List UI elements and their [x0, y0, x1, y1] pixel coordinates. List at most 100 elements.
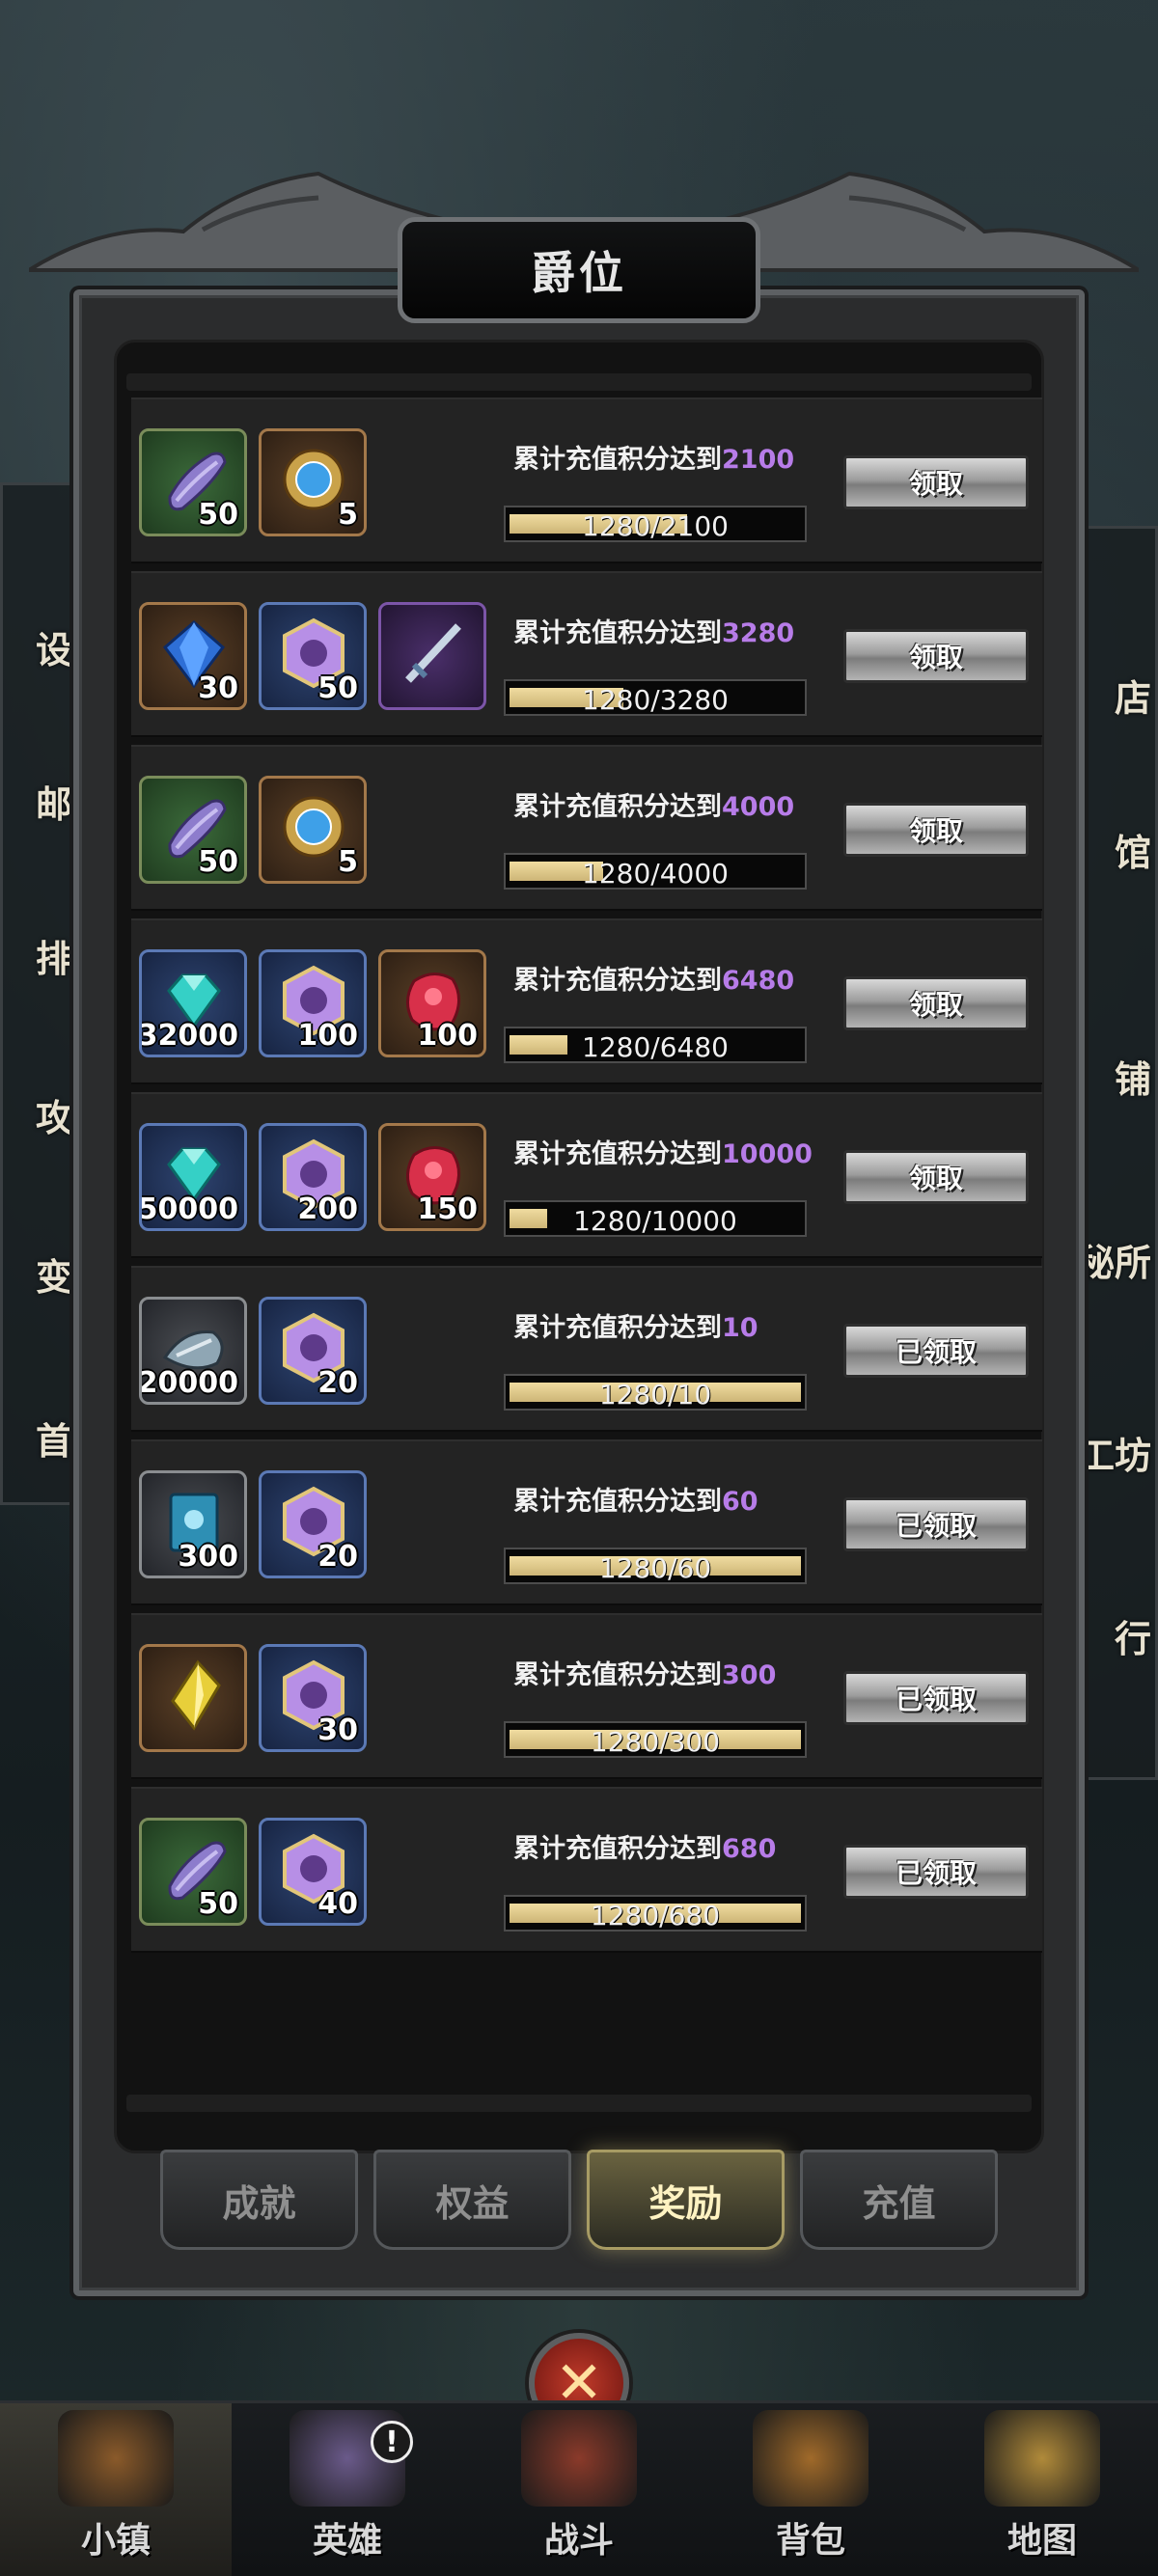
requirement-label: 累计充值积分达到: [513, 792, 722, 822]
reward-items: 30 50: [139, 602, 486, 710]
gold-shard-icon: [171, 1659, 221, 1731]
reward-item[interactable]: 100: [378, 949, 486, 1057]
reward-item[interactable]: 50: [139, 1818, 247, 1926]
requirement-label: 累计充值积分达到: [513, 1660, 722, 1690]
reward-item[interactable]: [139, 1644, 247, 1752]
nav-label: 背包: [775, 2521, 845, 2561]
reward-item[interactable]: 50: [139, 428, 247, 536]
claim-button[interactable]: 领取: [843, 976, 1029, 1030]
reward-item[interactable]: 20: [259, 1297, 367, 1405]
claim-button[interactable]: 领取: [843, 1150, 1029, 1204]
nav-backpack[interactable]: 背包: [695, 2403, 926, 2576]
item-count: 20000: [139, 1366, 238, 1400]
reward-items: 50 40: [139, 1818, 367, 1926]
item-count: 32000: [139, 1019, 238, 1053]
frame-wing-left-ornament: [29, 171, 454, 272]
requirement-value: 10: [722, 1313, 758, 1343]
tab-achievement[interactable]: 成就: [160, 2150, 358, 2250]
reward-item[interactable]: 20000: [139, 1297, 247, 1405]
tab-reward[interactable]: 奖励: [587, 2150, 785, 2250]
sword-icon: [405, 623, 461, 683]
reward-row: 32000 100 100 累计充值积分达到6480 1280/6480 领取: [131, 918, 1042, 1084]
requirement-text: 累计充值积分达到3280: [513, 619, 822, 648]
reward-item[interactable]: 20: [259, 1470, 367, 1578]
nav-hero[interactable]: 英雄!: [232, 2403, 463, 2576]
item-count: 20: [317, 1540, 358, 1574]
progress-text: 1280/300: [590, 1726, 721, 1758]
requirement-label: 累计充值积分达到: [513, 445, 722, 475]
reward-item[interactable]: 5: [259, 428, 367, 536]
reward-item[interactable]: 200: [259, 1123, 367, 1231]
progress-bar: 1280/680: [504, 1895, 807, 1932]
requirement-value: 3280: [722, 618, 795, 648]
reward-row: 50000 200 150 累计充值积分达到10000 1280/10000 领取: [131, 1092, 1042, 1258]
reward-item[interactable]: 30: [139, 602, 247, 710]
item-count: 20: [317, 1366, 358, 1400]
requirement-value: 10000: [722, 1139, 813, 1169]
requirement-text: 累计充值积分达到6480: [513, 967, 822, 996]
progress-text: 1280/6480: [582, 1031, 729, 1063]
nav-town[interactable]: 小镇: [0, 2403, 232, 2576]
list-top-divider: [126, 373, 1032, 391]
requirement-text: 累计充值积分达到680: [513, 1835, 822, 1864]
side-menu-label: 变: [36, 1256, 73, 1299]
nav-label: 战斗: [543, 2521, 614, 2561]
nav-map[interactable]: 地图: [926, 2403, 1158, 2576]
reward-items: 300 20: [139, 1470, 367, 1578]
alert-badge: !: [371, 2421, 413, 2463]
nav-battle[interactable]: 战斗: [463, 2403, 695, 2576]
nav-label: 地图: [1006, 2521, 1077, 2561]
progress-text: 1280/2100: [582, 510, 729, 542]
nav-label: 小镇: [80, 2521, 151, 2561]
claimed-button[interactable]: 已领取: [843, 1497, 1029, 1551]
reward-row: 20000 20 累计充值积分达到10 1280/10 已领取: [131, 1266, 1042, 1432]
battle-icon: [521, 2410, 637, 2507]
claimed-button[interactable]: 已领取: [843, 1845, 1029, 1899]
item-count: 100: [297, 1019, 358, 1053]
item-count: 50000: [139, 1192, 238, 1226]
reward-list[interactable]: 50 5 累计充值积分达到2100 1280/2100 领取 30 50 累计充值积分达到32…: [131, 397, 1042, 1960]
reward-item[interactable]: 32000: [139, 949, 247, 1057]
frame-wing-right-ornament: [714, 171, 1139, 272]
reward-item[interactable]: 50000: [139, 1123, 247, 1231]
claim-button[interactable]: 领取: [843, 629, 1029, 683]
side-menu-label: 排: [36, 938, 73, 980]
item-count: 40: [317, 1887, 358, 1921]
reward-items: 30: [139, 1644, 367, 1752]
reward-item[interactable]: [378, 602, 486, 710]
reward-items: 50 5: [139, 428, 367, 536]
bottom-nav: 小镇 英雄! 战斗 背包 地图: [0, 2400, 1158, 2576]
claim-button[interactable]: 领取: [843, 455, 1029, 509]
tab-privilege[interactable]: 权益: [373, 2150, 571, 2250]
reward-item[interactable]: 50: [139, 776, 247, 884]
reward-item[interactable]: 150: [378, 1123, 486, 1231]
item-count: 50: [198, 845, 238, 879]
requirement-value: 300: [722, 1660, 777, 1690]
reward-item[interactable]: 40: [259, 1818, 367, 1926]
title-plate: 爵位: [398, 217, 760, 323]
item-count: 100: [417, 1019, 478, 1053]
reward-item[interactable]: 50: [259, 602, 367, 710]
reward-item[interactable]: 100: [259, 949, 367, 1057]
claimed-button[interactable]: 已领取: [843, 1671, 1029, 1725]
item-count: 30: [198, 671, 238, 705]
reward-row: 50 5 累计充值积分达到4000 1280/4000 领取: [131, 745, 1042, 911]
progress-text: 1280/3280: [582, 684, 729, 716]
claimed-button[interactable]: 已领取: [843, 1324, 1029, 1378]
reward-items: 32000 100 100: [139, 949, 486, 1057]
reward-item[interactable]: 30: [259, 1644, 367, 1752]
item-count: 150: [417, 1192, 478, 1226]
requirement-label: 累计充值积分达到: [513, 1834, 722, 1864]
requirement-text: 累计充值积分达到4000: [513, 793, 822, 822]
reward-items: 20000 20: [139, 1297, 367, 1405]
backpack-icon: [753, 2410, 868, 2507]
reward-row: 300 20 累计充值积分达到60 1280/60 已领取: [131, 1439, 1042, 1605]
claim-button[interactable]: 领取: [843, 803, 1029, 857]
tab-recharge[interactable]: 充值: [800, 2150, 998, 2250]
reward-item[interactable]: 300: [139, 1470, 247, 1578]
item-count: 50: [198, 498, 238, 532]
reward-item[interactable]: 5: [259, 776, 367, 884]
progress-text: 1280/10: [598, 1379, 712, 1411]
requirement-text: 累计充值积分达到10: [513, 1314, 822, 1343]
progress-text: 1280/60: [598, 1552, 712, 1584]
